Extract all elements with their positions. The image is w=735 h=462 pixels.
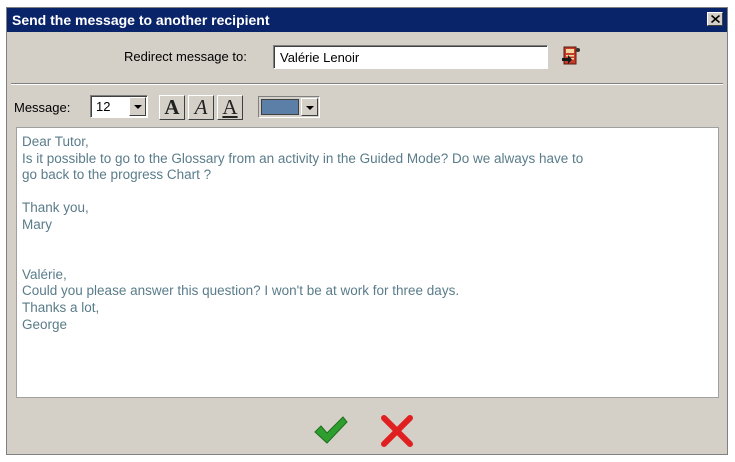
format-toolbar: Message: 12 A A A <box>7 92 727 122</box>
text-color-picker[interactable] <box>258 96 320 118</box>
checkmark-icon <box>314 416 348 444</box>
chevron-down-icon[interactable] <box>129 97 146 116</box>
ok-button[interactable] <box>311 414 349 446</box>
message-line: George <box>22 316 68 332</box>
dialog-footer <box>7 406 727 451</box>
close-icon <box>711 15 720 23</box>
redirect-message-dialog: Send the message to another recipient Re… <box>6 7 728 455</box>
italic-button[interactable]: A <box>188 95 214 120</box>
close-button[interactable] <box>707 12 723 26</box>
message-line: Mary <box>22 216 52 232</box>
font-size-select[interactable]: 12 <box>90 95 148 118</box>
recipient-input[interactable] <box>273 45 548 69</box>
message-line: Is it possible to go to the Glossary fro… <box>22 150 584 166</box>
underline-button[interactable]: A <box>217 95 243 120</box>
window-title: Send the message to another recipient <box>12 12 270 28</box>
message-line: Dear Tutor, <box>22 134 89 149</box>
address-book-button[interactable] <box>559 44 583 68</box>
chevron-down-icon[interactable] <box>301 98 318 116</box>
color-swatch <box>261 99 299 115</box>
message-line: Could you please answer this question? I… <box>22 283 460 299</box>
x-icon <box>381 415 413 447</box>
bold-button[interactable]: A <box>159 95 185 120</box>
message-line <box>22 184 713 201</box>
message-line <box>22 250 713 267</box>
recipient-row: Redirect message to: <box>7 32 727 82</box>
message-line: Thanks a lot, <box>22 299 100 315</box>
message-line <box>22 234 713 251</box>
divider <box>11 83 723 85</box>
message-line: go back to the progress Chart ? <box>22 167 212 183</box>
message-line: Valérie, <box>22 266 67 282</box>
cancel-button[interactable] <box>379 414 415 448</box>
message-line: Thank you, <box>22 200 89 216</box>
redirect-label: Redirect message to: <box>124 49 247 64</box>
address-book-icon <box>562 46 580 65</box>
title-bar: Send the message to another recipient <box>7 8 727 32</box>
message-body[interactable]: Dear Tutor, Is it possible to go to the G… <box>16 127 719 398</box>
message-label: Message: <box>14 100 71 115</box>
font-size-value: 12 <box>96 99 111 114</box>
